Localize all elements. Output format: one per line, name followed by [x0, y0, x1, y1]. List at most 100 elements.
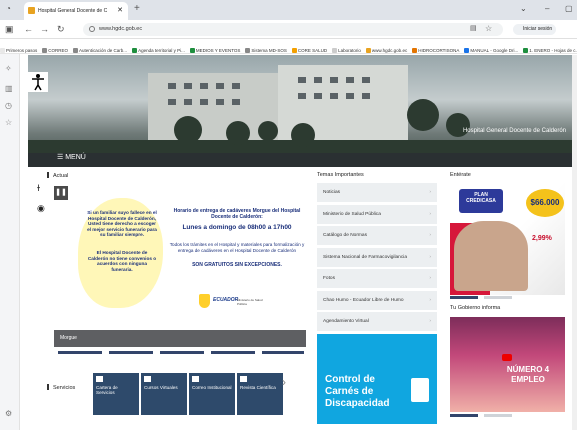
promo-indicator[interactable] — [450, 296, 478, 299]
document-icon — [240, 376, 247, 382]
accessibility-person-icon[interactable]: ɫ — [37, 183, 40, 193]
ministry-logo: ECUADOR Ministerio de Salud Pública — [199, 294, 269, 308]
bookmark-label: CORE SALUD — [297, 48, 328, 53]
slide-dot[interactable] — [211, 351, 255, 354]
service-tile[interactable]: Cartera de Servicios — [93, 373, 139, 415]
promo-rate: 2,99% — [532, 235, 552, 242]
tema-link[interactable]: Chao Humo - Ecuador Libre de Humo › — [317, 290, 437, 310]
logo-subtext: Ministerio de Salud Pública — [237, 298, 263, 306]
favorites-icon[interactable]: ☆ — [5, 118, 12, 127]
tema-link[interactable]: Catálogo de Normas › — [317, 226, 437, 245]
bookmark-label: MEDIOS Y EVENTOS — [195, 48, 241, 53]
bookmark-label: HIDROCORTISONA — [418, 48, 460, 53]
video-indicator[interactable] — [484, 414, 512, 417]
site-info-icon[interactable] — [89, 26, 95, 32]
bookmark-item[interactable]: MANUAL - Google Dri... — [464, 43, 518, 53]
credicasa-promo[interactable]: PLAN CREDICASA $66.000 2,99% — [450, 183, 565, 295]
accessibility-icon[interactable] — [28, 72, 48, 92]
forward-icon[interactable]: → — [40, 24, 49, 34]
bookmark-favicon-icon — [523, 48, 529, 53]
bookmark-item[interactable]: Laboratorio — [332, 43, 361, 53]
bookmark-item[interactable]: www.hgdc.gob.ec — [365, 43, 407, 53]
browser-tab[interactable]: Hospital General Docente de C ✕ — [24, 2, 128, 20]
bookmark-item[interactable]: 1. ENERO - Hojas de c... — [523, 43, 577, 53]
user-icon — [144, 376, 151, 382]
bookmark-item[interactable]: Sistema MD-SOS — [245, 43, 287, 53]
minimize-icon[interactable]: – — [545, 4, 549, 13]
bookmark-label: Agenda territorial y Pi... — [138, 48, 185, 53]
new-tab-button[interactable]: + — [134, 3, 140, 14]
back-icon[interactable]: ← — [24, 24, 33, 34]
section-temas: Temas Importantes — [317, 172, 364, 178]
url-field[interactable]: www.hgdc.gob.ec — [83, 23, 503, 36]
play-icon[interactable] — [502, 354, 512, 361]
history-icon[interactable]: ◷ — [5, 101, 12, 110]
profile-button[interactable]: Iniciar sesión — [513, 24, 557, 35]
service-tile[interactable]: Revista Científica — [237, 373, 283, 415]
chevron-right-icon: › — [429, 211, 431, 217]
reader-icon[interactable]: ▤ — [470, 24, 477, 32]
discapacidad-banner[interactable]: Control de Carnés de Discapacidad — [317, 334, 437, 424]
tab-actions-icon[interactable]: ◔ — [6, 4, 11, 13]
tema-link[interactable]: Sistema Nacional de Farmacovigilancia › — [317, 247, 437, 267]
tema-label: Ministerio de Salud Pública — [323, 211, 381, 217]
bookmark-item[interactable]: Agenda territorial y Pi... — [132, 43, 185, 53]
bookmark-item[interactable]: Autenticación de Carb... — [73, 43, 128, 53]
service-tile[interactable]: Cursos Virtuales — [141, 373, 187, 415]
bookmark-item[interactable]: MEDIOS Y EVENTOS — [189, 43, 241, 53]
video-indicator[interactable] — [450, 414, 478, 417]
service-label: Cartera de Servicios — [96, 385, 118, 395]
sparkle-icon[interactable]: ✧ — [5, 64, 12, 73]
collections-icon[interactable]: ▥ — [5, 84, 13, 93]
promo-indicator[interactable] — [484, 296, 512, 299]
chevron-right-icon: › — [429, 297, 431, 303]
tema-link[interactable]: Noticias › — [317, 183, 437, 202]
bookmark-item[interactable]: HIDROCORTISONA — [412, 43, 460, 53]
notice-right-title: Horario de entrega de cadáveres Morgue d… — [173, 208, 301, 220]
slide-dot[interactable] — [109, 351, 153, 354]
maximize-icon[interactable]: ▢ — [565, 4, 573, 13]
bookmark-label: Laboratorio — [338, 48, 361, 53]
page-scrollbar[interactable] — [572, 55, 577, 430]
chevron-down-icon[interactable]: ⌄ — [520, 4, 527, 13]
service-tile[interactable]: Correo Institucional — [189, 373, 235, 415]
video-caption: NÚMERO 4 EMPLEO — [506, 365, 550, 384]
tema-link[interactable]: Fotos › — [317, 269, 437, 288]
services-next-arrow-icon[interactable]: › — [282, 375, 286, 389]
slide-dot[interactable] — [262, 351, 304, 354]
tema-link[interactable]: Ministerio de Salud Pública › — [317, 204, 437, 224]
gobierno-video[interactable]: NÚMERO 4 EMPLEO — [450, 317, 565, 412]
section-temas-label: Temas Importantes — [317, 172, 364, 178]
contrast-eye-icon[interactable]: ◉ — [37, 203, 45, 214]
close-tab-icon[interactable]: ✕ — [117, 2, 123, 20]
morgue-notice-slide[interactable]: Si un familiar suyo fallece en el Hospit… — [74, 190, 306, 332]
ecuador-shield-icon — [199, 294, 210, 308]
bookmark-favicon-icon — [132, 48, 138, 53]
slider-pause-button[interactable]: ❚❚ — [54, 186, 68, 200]
main-menu-button[interactable]: ☰ MENÚ — [57, 153, 86, 161]
bookmark-label: Autenticación de Carb... — [79, 48, 128, 53]
bookmark-label: Sistema MD-SOS — [251, 48, 287, 53]
section-gobierno-label: Tu Gobierno informa — [450, 305, 501, 311]
bookmark-favicon-icon — [464, 48, 470, 53]
settings-icon[interactable]: ⚙ — [5, 409, 12, 418]
service-label: Correo Institucional — [192, 385, 232, 390]
bookmark-item[interactable]: Primeros pasos — [0, 43, 37, 53]
service-label: Cursos Virtuales — [144, 385, 178, 390]
section-enterate: Entérate — [450, 172, 471, 178]
bookmarks-bar: Primeros pasos CORREO Autenticación de Car… — [0, 39, 577, 54]
bookmark-item[interactable]: CORE SALUD — [291, 43, 328, 53]
bookmark-favicon-icon — [42, 48, 48, 53]
notice-right-body: Todos los trámites en el Hospital y mate… — [169, 242, 305, 253]
slide-dot[interactable] — [58, 351, 102, 354]
reload-icon[interactable]: ↻ — [57, 24, 65, 35]
discapacidad-banner-text: Control de Carnés de Discapacidad — [325, 374, 390, 409]
sidebar-toggle-icon[interactable]: ▣ — [5, 24, 14, 35]
bookmark-item[interactable]: CORREO — [42, 43, 68, 53]
bookmark-star-icon[interactable]: ☆ — [485, 24, 492, 33]
slide-caption: Morgue — [54, 330, 306, 347]
slide-dot[interactable] — [160, 351, 204, 354]
notice-left-text-1: Si un familiar suyo fallece en el Hospit… — [87, 210, 157, 238]
browser-tab-bar: ◔ Hospital General Docente de C ✕ + ⌄ – … — [0, 0, 577, 20]
tema-link[interactable]: Agendamiento Virtual › — [317, 312, 437, 331]
